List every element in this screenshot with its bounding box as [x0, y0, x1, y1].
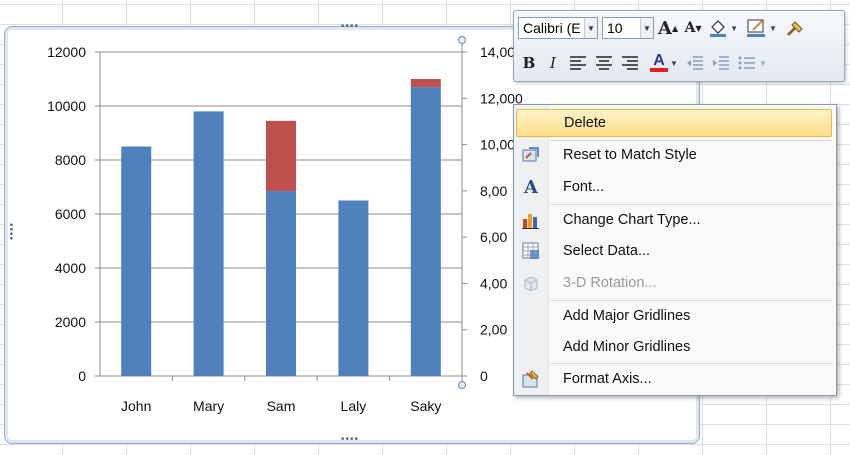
bullet-list-icon	[738, 56, 755, 70]
menu-item-label: Add Minor Gridlines	[563, 339, 691, 355]
bar	[193, 111, 224, 377]
y-tick-label: 6000	[55, 206, 86, 222]
chart-type-icon	[516, 206, 546, 234]
align-center-button[interactable]	[592, 51, 616, 75]
bar	[410, 79, 441, 88]
context-menu: Delete Reset to Match Style A Font... Ch…	[513, 104, 837, 396]
shrink-font-button[interactable]: A ▼	[682, 16, 704, 40]
y2-tick-label: 0	[480, 368, 488, 384]
font-name-combo[interactable]: Calibri (E ▼	[518, 17, 598, 39]
axis-selection-handle	[458, 381, 466, 389]
align-center-icon	[596, 56, 612, 70]
menu-item-label: Add Major Gridlines	[563, 308, 691, 324]
decrease-indent-button[interactable]	[683, 51, 707, 75]
menu-item-delete[interactable]: Delete	[516, 109, 832, 137]
format-painter-button[interactable]	[782, 16, 808, 40]
x-tick-label: Saky	[410, 398, 441, 414]
increase-indent-button[interactable]	[709, 51, 733, 75]
menu-separator	[550, 204, 832, 205]
chevron-down-icon[interactable]: ▼	[670, 59, 678, 68]
shrink-font-icon: A	[684, 20, 696, 36]
bar	[121, 146, 152, 376]
chevron-down-icon[interactable]: ▼	[730, 24, 738, 33]
menu-item-format-axis[interactable]: Format Axis...	[516, 365, 832, 393]
y-tick-label: 12000	[47, 44, 86, 60]
menu-separator	[550, 300, 832, 301]
y2-tick-label: 10,00	[480, 137, 515, 153]
y-tick-label: 0	[78, 368, 86, 384]
menu-item-add-minor-gridlines[interactable]: Add Minor Gridlines	[516, 333, 832, 361]
x-tick-label: Sam	[267, 398, 296, 414]
menu-item-font[interactable]: A Font...	[516, 173, 832, 201]
menu-item-reset-to-match-style[interactable]: Reset to Match Style	[516, 141, 832, 169]
menu-item-3d-rotation[interactable]: 3-D Rotation...	[516, 269, 832, 297]
increase-indent-icon	[712, 56, 729, 70]
x-tick-label: John	[121, 398, 151, 414]
format-axis-icon	[516, 365, 546, 393]
italic-button[interactable]: I	[542, 51, 564, 75]
pen-outline-icon	[747, 19, 766, 37]
menu-separator	[550, 363, 832, 364]
mini-toolbar: Calibri (E ▼ 10 ▼ A ▲ A ▼ ▼ ▼ B I A ▼ ▼	[513, 10, 845, 82]
reset-style-icon	[516, 141, 546, 169]
align-right-icon	[622, 56, 638, 70]
axis-selection-handle	[458, 36, 466, 44]
x-tick-label: Mary	[193, 398, 224, 414]
bullets-button[interactable]	[735, 51, 759, 75]
menu-item-label: Delete	[564, 115, 606, 131]
chevron-down-icon[interactable]: ▼	[769, 24, 777, 33]
menu-item-label: Font...	[563, 179, 605, 195]
grow-font-button[interactable]: A ▲	[656, 16, 680, 40]
menu-item-label: 3-D Rotation...	[563, 275, 657, 291]
align-left-icon	[570, 56, 586, 70]
y2-tick-label: 8,00	[480, 183, 507, 199]
menu-item-add-major-gridlines[interactable]: Add Major Gridlines	[516, 302, 832, 330]
font-name-value: Calibri (E	[523, 20, 581, 36]
x-tick-label: Laly	[341, 398, 367, 414]
paint-bucket-icon	[710, 20, 727, 37]
menu-item-label: Change Chart Type...	[563, 212, 701, 228]
y-tick-label: 10000	[47, 98, 86, 114]
align-right-button[interactable]	[618, 51, 642, 75]
bar	[338, 200, 369, 376]
bar	[266, 191, 296, 376]
outline-color-button[interactable]	[743, 16, 769, 40]
font-color-icon: A	[653, 52, 665, 69]
y-tick-label: 4000	[55, 260, 86, 276]
menu-item-select-data[interactable]: Select Data...	[516, 237, 832, 265]
bar	[410, 87, 441, 376]
bold-button[interactable]: B	[518, 51, 540, 75]
font-size-value: 10	[607, 20, 623, 36]
font-size-combo[interactable]: 10 ▼	[602, 17, 654, 39]
chevron-down-icon[interactable]: ▼	[759, 59, 767, 68]
select-data-icon	[516, 237, 546, 265]
rotation-3d-icon	[516, 269, 546, 297]
menu-item-label: Reset to Match Style	[563, 147, 697, 163]
decrease-indent-icon	[686, 56, 703, 70]
menu-item-label: Select Data...	[563, 243, 651, 259]
bar	[266, 120, 296, 192]
chevron-down-icon: ▼	[640, 18, 653, 38]
y-tick-label: 8000	[55, 152, 86, 168]
y2-tick-label: 4,00	[480, 275, 507, 291]
y2-tick-label: 6,00	[480, 229, 507, 245]
chevron-down-icon: ▼	[584, 18, 597, 38]
y2-tick-label: 14,00	[480, 44, 515, 60]
align-left-button[interactable]	[566, 51, 590, 75]
grow-font-icon: A	[658, 17, 672, 39]
italic-icon: I	[550, 54, 556, 72]
bold-icon: B	[522, 54, 536, 72]
menu-item-label: Format Axis...	[563, 371, 652, 387]
menu-item-change-chart-type[interactable]: Change Chart Type...	[516, 206, 832, 234]
y-tick-label: 2000	[55, 314, 86, 330]
format-painter-icon	[786, 21, 803, 37]
y2-tick-label: 2,00	[480, 322, 507, 338]
fill-color-button[interactable]	[706, 16, 730, 40]
font-icon: A	[524, 176, 538, 198]
font-color-button[interactable]: A	[648, 51, 670, 75]
